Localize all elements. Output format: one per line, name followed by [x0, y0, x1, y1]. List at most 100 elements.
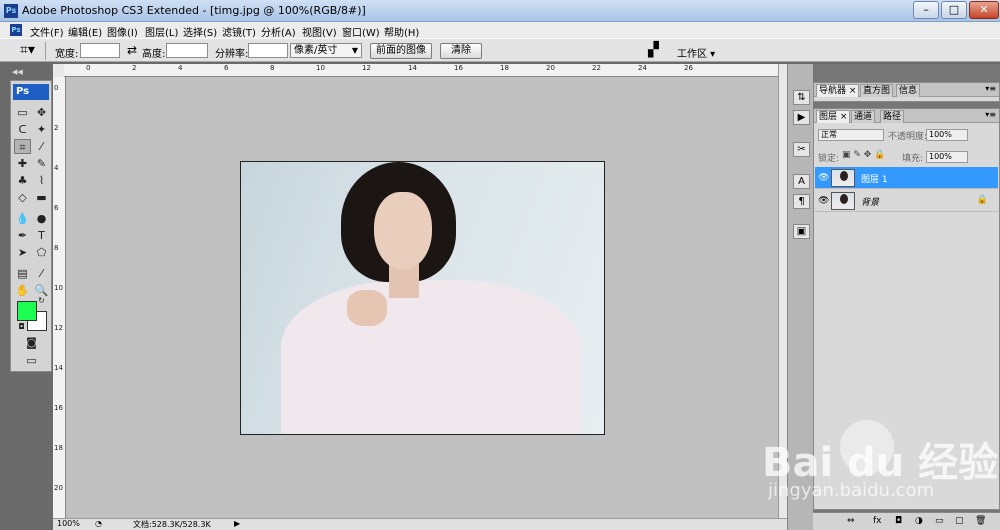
- history-brush-icon[interactable]: ⌇: [33, 173, 50, 188]
- path-select-icon[interactable]: ➤: [14, 245, 31, 260]
- minimize-button[interactable]: –: [913, 1, 939, 19]
- marquee-icon[interactable]: ▭: [14, 105, 31, 120]
- layer-name: 背景: [861, 198, 880, 208]
- ruler-tick-label: 4: [178, 64, 183, 72]
- menu-analysis[interactable]: 分析(A): [261, 24, 296, 39]
- slice-icon[interactable]: ⁄: [33, 139, 50, 154]
- collapse-toolbox-icon[interactable]: ◀◀: [12, 68, 23, 76]
- stamp-icon[interactable]: ♣: [14, 173, 31, 188]
- panel-menu-icon[interactable]: ▾≡: [985, 110, 996, 119]
- gradient-icon[interactable]: ▬: [33, 190, 50, 205]
- lock-icons[interactable]: ▣ ✎ ✥ 🔒: [842, 150, 885, 160]
- resolution-unit-select[interactable]: 像素/英寸 ▼: [290, 43, 362, 58]
- title-bar: Ps Adobe Photoshop CS3 Extended - [timg.…: [0, 0, 1000, 22]
- ruler-tick-label: 16: [54, 404, 63, 412]
- navigator-dock-icon[interactable]: ⇅: [793, 90, 810, 105]
- toolbox: Ps ▭ ✥ ᑕ ✦ ⌗ ⁄ ✚ ✎ ♣ ⌇ ◇ ▬ 💧 ● ✒ T ➤ ⬠ ▤ ⁄ ✋ 🔍 ◘ ↻ ◙ ▭: [10, 80, 52, 372]
- paragraph-dock-icon[interactable]: ¶: [793, 194, 810, 209]
- status-menu-arrow-icon[interactable]: ▶: [234, 519, 240, 528]
- foreground-color-swatch[interactable]: [17, 301, 37, 321]
- layer-row[interactable]: 👁 图层 1: [815, 167, 998, 189]
- swap-dimensions-icon[interactable]: ⇄: [127, 43, 137, 57]
- eye-icon[interactable]: 👁: [818, 173, 829, 183]
- resolution-unit-value: 像素/英寸: [294, 45, 338, 56]
- watermark-url: jingyan.baidu.com: [768, 480, 935, 501]
- healing-icon[interactable]: ✚: [14, 156, 31, 171]
- lasso-icon[interactable]: ᑕ: [14, 122, 31, 137]
- width-field[interactable]: [80, 43, 120, 58]
- workspace-icon[interactable]: ▞: [648, 42, 659, 58]
- close-button[interactable]: ✕: [969, 1, 999, 19]
- menu-view[interactable]: 视图(V): [302, 24, 337, 39]
- zoom-level[interactable]: 100%: [57, 519, 80, 528]
- menu-select[interactable]: 选择(S): [183, 24, 217, 39]
- blend-mode-select[interactable]: 正常: [818, 129, 884, 141]
- height-field[interactable]: [166, 43, 208, 58]
- notes-icon[interactable]: ▤: [14, 266, 31, 281]
- screen-mode-icon[interactable]: ▭: [23, 353, 40, 368]
- photoshop-app-icon: Ps: [4, 4, 18, 18]
- tab-navigator[interactable]: 导航器 ×: [816, 84, 860, 97]
- type-icon[interactable]: T: [33, 228, 50, 243]
- ruler-tick-label: 26: [684, 64, 693, 72]
- layer-row[interactable]: 👁 背景 🔒: [815, 190, 998, 212]
- chevron-down-icon: ▼: [351, 46, 358, 55]
- ruler-tick-label: 24: [638, 64, 647, 72]
- tab-layers[interactable]: 图层 ×: [816, 110, 851, 123]
- menu-edit[interactable]: 编辑(E): [68, 24, 102, 39]
- layers-tabs: 图层 × 通道 路径 ▾≡: [814, 109, 999, 123]
- height-label: 高度:: [142, 49, 166, 60]
- menu-layer[interactable]: 图层(L): [145, 24, 178, 39]
- default-colors-icon[interactable]: ◘: [13, 319, 30, 334]
- photoshop-menu-icon[interactable]: Ps: [10, 24, 22, 36]
- image-hand: [347, 290, 387, 326]
- dodge-icon[interactable]: ●: [33, 211, 50, 226]
- actions-dock-icon[interactable]: ▶: [793, 110, 810, 125]
- tab-info[interactable]: 信息: [896, 84, 921, 97]
- vertical-ruler[interactable]: 0246810121416182022: [53, 77, 66, 518]
- status-info-icon[interactable]: ◔: [95, 519, 102, 528]
- tab-channels[interactable]: 通道: [851, 110, 876, 123]
- fill-field[interactable]: 100%: [926, 151, 968, 163]
- tool-presets-dock-icon[interactable]: ✂: [793, 142, 810, 157]
- menu-help[interactable]: 帮助(H): [384, 24, 419, 39]
- image-shirt: [281, 280, 581, 434]
- eraser-icon[interactable]: ◇: [14, 190, 31, 205]
- ruler-tick-label: 18: [500, 64, 509, 72]
- toolbox-logo: Ps: [13, 84, 49, 100]
- magic-wand-icon[interactable]: ✦: [33, 122, 50, 137]
- layer-comps-dock-icon[interactable]: ▣: [793, 224, 810, 239]
- crop-tool-preset-icon[interactable]: ⌗▾: [20, 43, 35, 57]
- eyedropper-icon[interactable]: ⁄: [33, 266, 50, 281]
- baidu-watermark: Bai du 经验 jingyan.baidu.com: [762, 420, 998, 520]
- horizontal-ruler[interactable]: 0 2 4 6 8 10 12 14 16 18 20 22 24 26: [64, 64, 778, 77]
- lock-icon: 🔒: [976, 195, 988, 205]
- clear-button[interactable]: 清除: [440, 43, 482, 59]
- opacity-field[interactable]: 100%: [926, 129, 968, 141]
- tab-histogram[interactable]: 直方图: [860, 84, 894, 97]
- hand-icon[interactable]: ✋: [14, 283, 31, 298]
- quick-mask-icon[interactable]: ◙: [23, 335, 40, 350]
- document-image[interactable]: [240, 161, 605, 435]
- pen-icon[interactable]: ✒: [14, 228, 31, 243]
- workspace-menu[interactable]: 工作区 ▾: [677, 45, 715, 60]
- front-image-button[interactable]: 前面的图像: [370, 43, 432, 59]
- eye-icon[interactable]: 👁: [818, 196, 829, 206]
- panel-menu-icon[interactable]: ▾≡: [985, 84, 996, 93]
- options-separator: [45, 42, 46, 60]
- resolution-field[interactable]: [248, 43, 288, 58]
- ruler-tick-label: 20: [546, 64, 555, 72]
- tab-paths[interactable]: 路径: [880, 110, 905, 123]
- blur-icon[interactable]: 💧: [14, 211, 31, 226]
- move-icon[interactable]: ✥: [33, 105, 50, 120]
- image-face: [374, 192, 432, 270]
- menu-file[interactable]: 文件(F): [30, 24, 64, 39]
- maximize-button[interactable]: □: [941, 1, 967, 19]
- menu-filter[interactable]: 滤镜(T): [222, 24, 256, 39]
- menu-image[interactable]: 图像(I): [107, 24, 138, 39]
- shape-icon[interactable]: ⬠: [33, 245, 50, 260]
- character-dock-icon[interactable]: A: [793, 174, 810, 189]
- crop-icon[interactable]: ⌗: [14, 139, 31, 154]
- brush-icon[interactable]: ✎: [33, 156, 50, 171]
- menu-window[interactable]: 窗口(W): [342, 24, 380, 39]
